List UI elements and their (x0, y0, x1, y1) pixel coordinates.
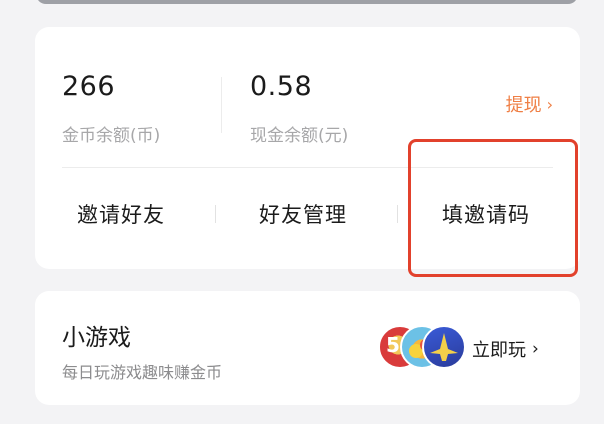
withdraw-link[interactable]: 提现 › (506, 91, 553, 117)
mini-game-title: 小游戏 (62, 325, 131, 351)
chevron-right-icon: › (532, 339, 539, 359)
manage-friends-button[interactable]: 好友管理 (259, 199, 347, 229)
chevron-right-icon: › (546, 94, 553, 114)
thumb-badge-number: 5 (386, 333, 400, 357)
play-now-button[interactable]: 立即玩 › (472, 336, 539, 362)
cash-balance-label: 现金余额(元) (250, 126, 349, 146)
mini-game-subtitle: 每日玩游戏趣味赚金币 (62, 363, 223, 382)
mini-game-card[interactable]: 小游戏 每日玩游戏趣味赚金币 5 立即玩 › (35, 291, 580, 405)
top-banner-edge (36, 0, 578, 4)
invite-friends-button[interactable]: 邀请好友 (77, 199, 165, 229)
game-thumbnails: 5 (378, 325, 466, 369)
game-thumb-plane-icon (422, 325, 466, 369)
balance-divider (221, 77, 222, 133)
coin-balance-label: 金币余额(币) (62, 126, 161, 146)
highlight-box (408, 139, 578, 277)
action-separator (215, 205, 216, 223)
coin-balance-value: 266 (62, 71, 116, 102)
withdraw-label: 提现 (505, 95, 542, 116)
cash-balance-value: 0.58 (250, 71, 313, 102)
action-separator (397, 205, 398, 223)
play-now-label: 立即玩 (472, 340, 526, 361)
